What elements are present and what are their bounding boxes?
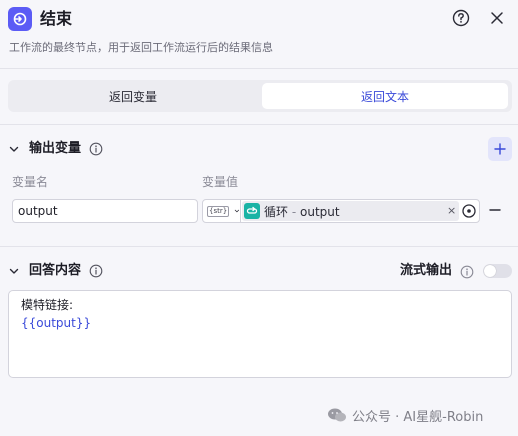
tab-return-variables[interactable]: 返回变量 (11, 83, 255, 109)
type-select[interactable]: {str} (203, 200, 241, 222)
close-icon[interactable] (488, 9, 506, 27)
answer-section-title: 回答内容 (29, 263, 82, 278)
info-icon[interactable] (89, 142, 103, 156)
reference-node-name: 循环 (264, 204, 289, 219)
node-description: 工作流的最终节点，用于返回工作流运行后的结果信息 (9, 41, 273, 54)
clear-reference-icon[interactable]: × (447, 204, 457, 218)
output-section-header: 输出变量 (0, 137, 518, 161)
variable-picker-icon[interactable] (461, 203, 477, 219)
var-value-field: {str} 循环 - output × (202, 199, 480, 223)
watermark-text: 公众号 · AI星舰-Robin (352, 409, 484, 425)
wechat-icon (328, 408, 346, 422)
variable-reference-chip[interactable]: 循环 - output × (242, 201, 459, 221)
reference-variable-name: output (300, 204, 340, 219)
plus-icon (494, 143, 506, 155)
add-output-button[interactable] (488, 137, 512, 161)
watermark: 公众号 · AI星舰-Robin (327, 406, 484, 425)
node-title: 结束 (40, 9, 73, 28)
answer-text-line: 模特链接: (21, 298, 74, 312)
var-name-input[interactable] (12, 199, 198, 223)
tabs-divider (0, 124, 518, 125)
chevron-down-icon[interactable] (8, 143, 20, 155)
stream-info-icon[interactable] (460, 265, 474, 279)
loop-icon (244, 203, 260, 219)
output-section-title: 输出变量 (29, 141, 82, 156)
answer-variable-token: {{output}} (21, 316, 92, 330)
col-label-var-name: 变量名 (12, 175, 49, 189)
end-node-icon (8, 7, 32, 31)
section-divider (0, 246, 518, 247)
answer-content-editor[interactable]: 模特链接: {{output}} (8, 290, 512, 378)
header-divider (0, 68, 518, 69)
chevron-down-icon (234, 209, 240, 213)
reference-label: 循环 - output (264, 203, 340, 220)
chevron-down-icon[interactable] (8, 265, 20, 277)
reference-separator: - (291, 204, 297, 219)
tab-return-text[interactable]: 返回文本 (262, 83, 508, 109)
return-mode-tabs: 返回变量 返回文本 (8, 80, 512, 112)
toggle-knob (484, 265, 496, 277)
question-circle-icon[interactable] (452, 9, 470, 27)
col-label-var-value: 变量值 (202, 175, 239, 189)
remove-row-icon[interactable] (488, 203, 502, 217)
type-badge: {str} (207, 205, 230, 217)
info-icon[interactable] (89, 264, 103, 278)
node-header: 结束 工作流的最终节点，用于返回工作流运行后的结果信息 (0, 0, 518, 68)
stream-output-label: 流式输出 (400, 263, 453, 278)
stream-output-toggle[interactable] (483, 264, 512, 278)
